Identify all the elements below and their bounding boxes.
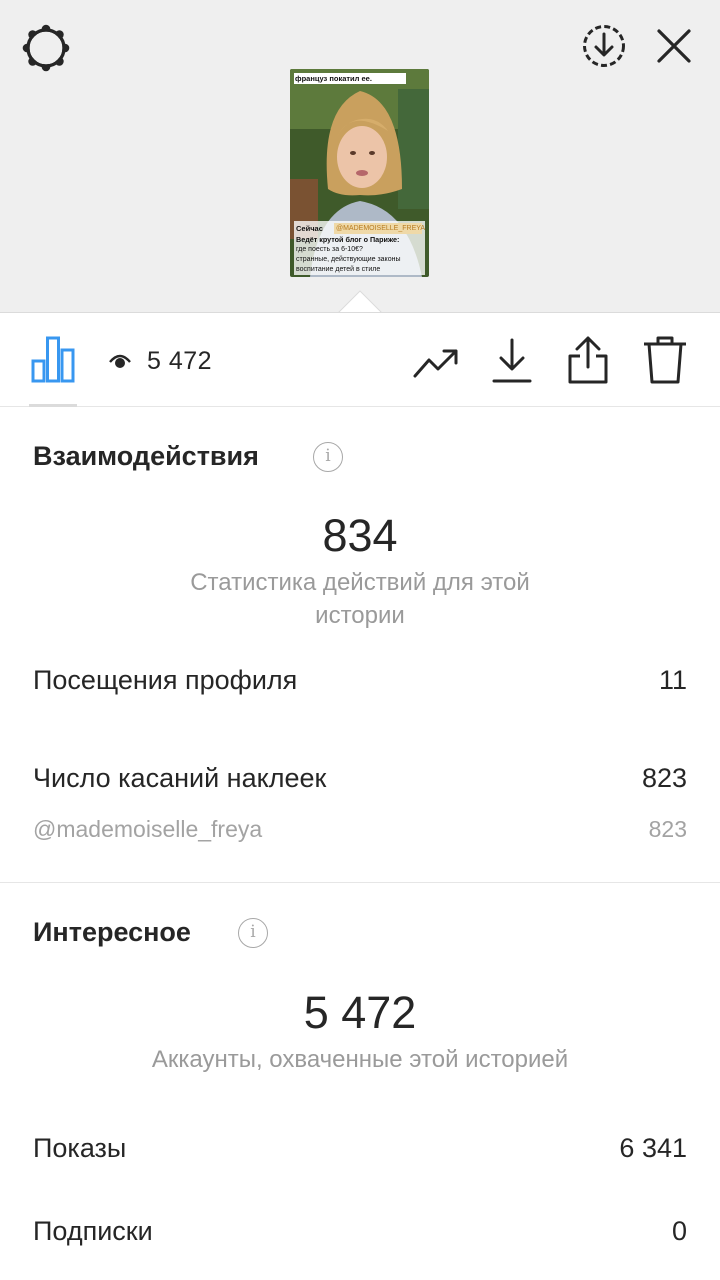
section-divider bbox=[0, 882, 720, 883]
thumbnail-line-2: странные, действующие законы bbox=[296, 256, 401, 263]
sticker-taps-label: Число касаний наклеек bbox=[33, 763, 327, 793]
promote-trend-icon[interactable] bbox=[412, 345, 460, 381]
interactions-info-icon[interactable]: i bbox=[313, 442, 343, 472]
impressions-value: 6 341 bbox=[619, 1133, 687, 1163]
interactions-title: Взаимодействия bbox=[33, 441, 259, 471]
story-preview-header: француз покатил ее. Сейчас @MADEMOISELLE… bbox=[0, 0, 720, 314]
thumbnail-mention: @MADEMOISELLE_FREYA bbox=[336, 225, 426, 232]
download-circle-icon[interactable] bbox=[580, 22, 628, 70]
discovery-info-icon[interactable]: i bbox=[238, 918, 268, 948]
interactions-total: 834 bbox=[322, 510, 398, 561]
discovery-title: Интересное bbox=[33, 917, 191, 947]
profile-visits-value: 11 bbox=[658, 665, 687, 695]
share-icon[interactable] bbox=[566, 335, 610, 385]
follows-label: Подписки bbox=[33, 1216, 153, 1246]
close-icon[interactable] bbox=[654, 26, 694, 66]
eye-icon bbox=[109, 354, 131, 368]
delete-trash-icon[interactable] bbox=[642, 335, 688, 385]
thumbnail-text: Ведёт крутой блог о Париже: bbox=[296, 235, 400, 244]
save-download-icon[interactable] bbox=[492, 337, 532, 385]
follows-value: 0 bbox=[671, 1216, 687, 1246]
mention-sticker-label[interactable]: @mademoiselle_freya bbox=[33, 812, 262, 846]
active-tab-indicator bbox=[29, 404, 77, 407]
thumbnail-label: Сейчас bbox=[296, 224, 323, 233]
mention-sticker-value: 823 bbox=[648, 816, 687, 842]
thumbnail-top-caption: француз покатил ее. bbox=[295, 74, 372, 83]
thumbnail-line-1: где поесть за 6-10€? bbox=[296, 246, 363, 253]
sticker-taps-value: 823 bbox=[641, 763, 687, 793]
profile-visits-label: Посещения профиля bbox=[33, 665, 298, 695]
story-thumbnail[interactable]: француз покатил ее. Сейчас @MADEMOISELLE… bbox=[290, 69, 429, 277]
stats-toolbar: 5 472 bbox=[0, 313, 720, 407]
thumbnail-line-3: воспитание детей в стиле bbox=[296, 266, 381, 273]
interactions-subtitle: Статистика действий для этой истории bbox=[190, 569, 530, 629]
selected-story-pointer bbox=[338, 290, 382, 314]
settings-gear-icon[interactable] bbox=[20, 22, 72, 74]
views-count: 5 472 bbox=[147, 347, 213, 375]
impressions-label: Показы bbox=[33, 1133, 127, 1163]
discovery-total: 5 472 bbox=[303, 987, 417, 1038]
insights-bar-chart-icon[interactable] bbox=[30, 335, 76, 383]
toolbar-divider bbox=[0, 406, 720, 407]
discovery-subtitle: Аккаунты, охваченные этой историей bbox=[151, 1046, 569, 1073]
